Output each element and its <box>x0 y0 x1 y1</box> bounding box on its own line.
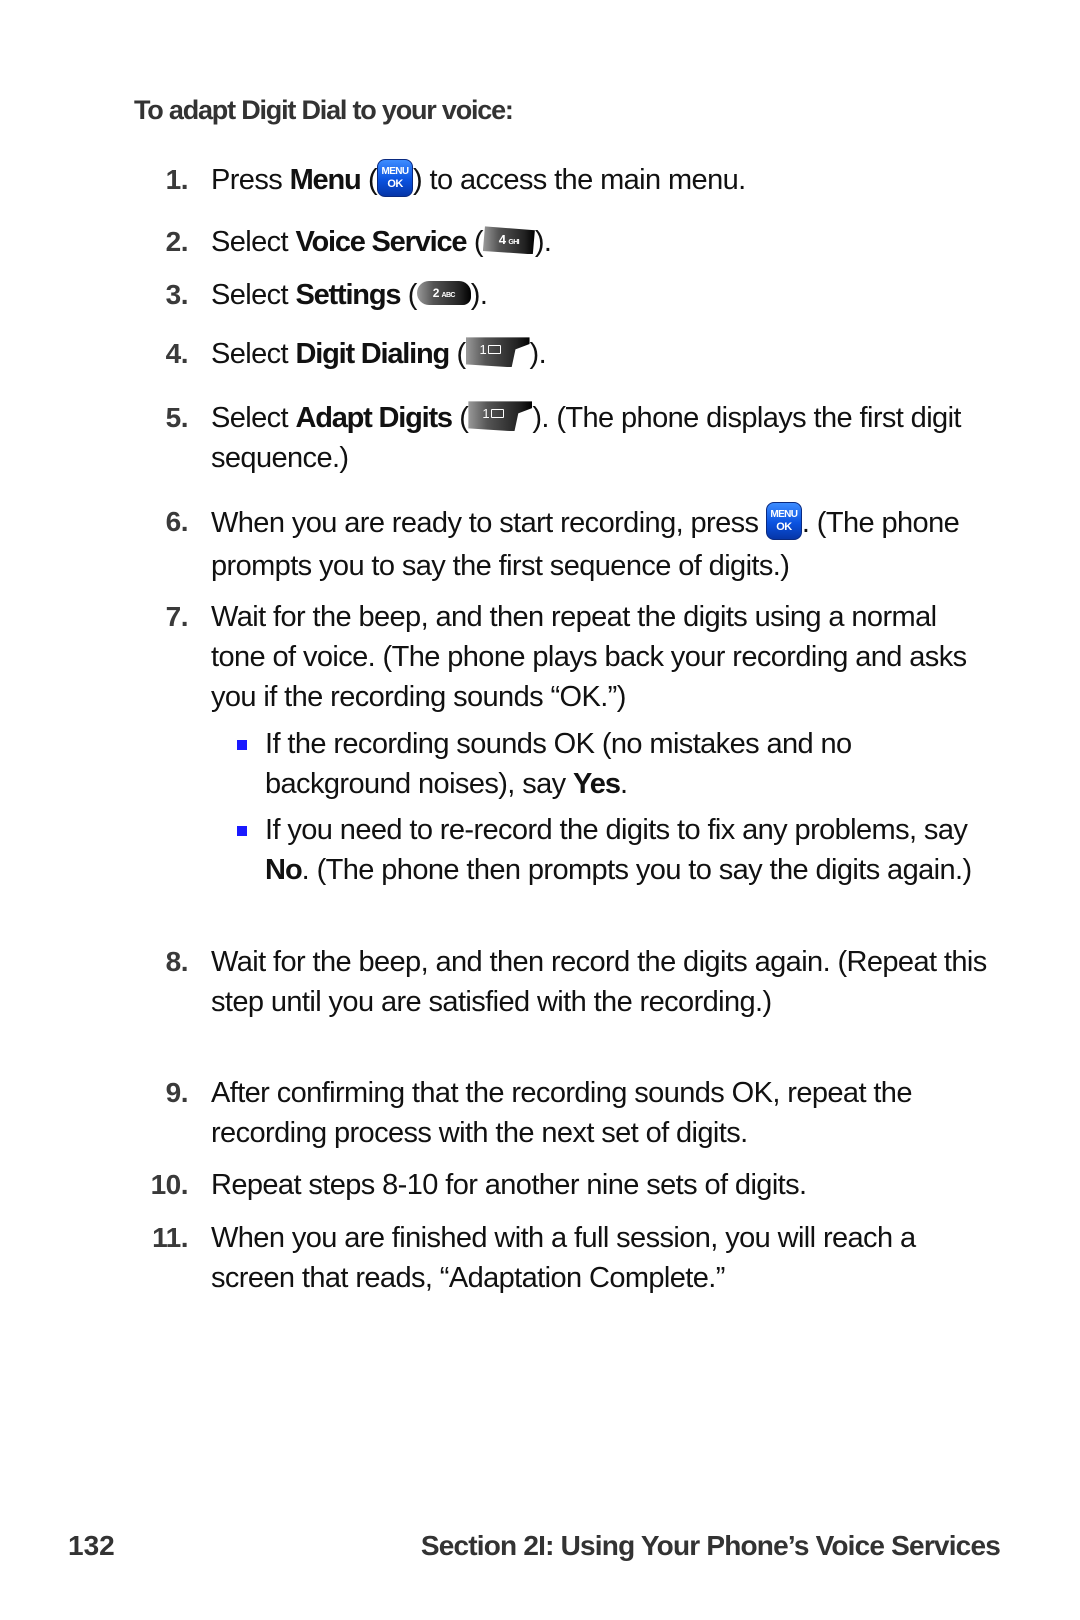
step-text-post: ). <box>470 279 488 311</box>
step-text: Select Voice Service (4 GHI). <box>211 222 991 262</box>
step-number: 3. <box>165 279 189 310</box>
step-text: Wait for the beep, and then record the d… <box>211 946 987 1018</box>
1-voicemail-key-icon: 1 <box>465 337 530 368</box>
1-voicemail-key-icon: 1 <box>468 401 533 432</box>
step-number: 8. <box>165 946 189 977</box>
step-ui-label: Digit Dialing <box>295 338 450 370</box>
step-text-post: ) to access the main menu. <box>413 164 746 196</box>
key-digit: 1 <box>482 406 489 422</box>
step-text-pre: Select <box>211 402 296 434</box>
step-text: When you are ready to start recording, p… <box>211 502 991 588</box>
envelope-icon <box>491 409 504 419</box>
bullet-text-pre: If the recording sounds OK (no mistakes … <box>265 728 852 800</box>
procedure-heading: To adapt Digit Dial to your voice: <box>134 95 514 125</box>
bullet-ui-label: No <box>265 854 303 886</box>
step-number: 5. <box>165 402 189 433</box>
key-label-bottom: OK <box>387 178 403 191</box>
key-label-bottom: OK <box>776 521 792 534</box>
step-text: When you are finished with a full sessio… <box>211 1222 916 1294</box>
step-text: Select Digit Dialing (1). <box>211 334 991 374</box>
bullet-ui-label: Yes <box>573 768 621 800</box>
key-label-top: MENU <box>381 166 410 178</box>
step-number: 10. <box>150 1169 189 1200</box>
step-text-post: ). <box>529 338 547 370</box>
step-text-pre: When you are ready to start recording, p… <box>211 507 766 539</box>
step-text: Select Settings (2 ABC). <box>211 275 991 315</box>
menu-ok-key-icon: MENU OK <box>377 159 414 198</box>
step-text: Press Menu (MENU OK) to access the main m… <box>211 159 991 200</box>
step-text-pre: Press <box>211 164 290 196</box>
step-number: 1. <box>165 164 189 195</box>
step-ui-label: Adapt Digits <box>295 402 453 434</box>
bullet-text: If you need to re-record the digits to f… <box>265 810 985 890</box>
bullet-text-post: . (The phone then prompts you to say the… <box>301 854 972 886</box>
step-text: Wait for the beep, and then repeat the d… <box>211 601 967 713</box>
bullet-square-icon <box>237 826 247 836</box>
step-number: 7. <box>165 601 189 632</box>
page-number: 132 <box>68 1530 115 1561</box>
menu-ok-key-icon: MENU OK <box>765 502 802 541</box>
bullet-square-icon <box>237 740 247 750</box>
step-text-mid: ( <box>360 164 378 196</box>
key-digit: 1 <box>479 342 487 358</box>
4-ghi-key-icon: 4 GHI <box>482 226 535 255</box>
step-ui-label: Settings <box>295 279 401 311</box>
key-letters: GHI <box>508 239 520 247</box>
bullet-text-pre: If you need to re-record the digits to f… <box>265 814 968 846</box>
step-text-mid: ( <box>451 402 469 434</box>
step-text-mid: ( <box>400 279 418 311</box>
key-digit: 2 <box>432 286 440 301</box>
step-ui-label: Voice Service <box>295 226 467 258</box>
section-title: Section 2I: Using Your Phone’s Voice Ser… <box>420 1530 1001 1561</box>
step-text: Repeat steps 8-10 for another nine sets … <box>211 1169 807 1201</box>
envelope-icon <box>488 345 502 355</box>
step-ui-label: Menu <box>289 164 362 196</box>
key-digit: 4 <box>498 232 506 248</box>
step-text-pre: Select <box>211 338 296 370</box>
step-number: 9. <box>165 1077 189 1108</box>
step-number: 4. <box>165 338 189 369</box>
bullet-text-post: . <box>620 768 628 800</box>
bullet-text: If the recording sounds OK (no mistakes … <box>265 724 985 804</box>
step-text-pre: Select <box>211 226 296 258</box>
step-text-post: ). <box>534 226 552 258</box>
step-text-mid: ( <box>449 338 466 370</box>
step-number: 2. <box>165 226 189 257</box>
step-text: After confirming that the recording soun… <box>211 1077 912 1149</box>
step-text-mid: ( <box>466 226 484 258</box>
2-abc-key-icon: 2 ABC <box>416 281 471 306</box>
key-letters: ABC <box>441 292 456 300</box>
key-label-top: MENU <box>770 509 798 521</box>
step-text-pre: Select <box>211 279 296 311</box>
step-text: Select Adapt Digits (1). (The phone disp… <box>211 398 991 478</box>
step-number: 6. <box>165 506 189 537</box>
step-number: 11. <box>152 1222 188 1253</box>
